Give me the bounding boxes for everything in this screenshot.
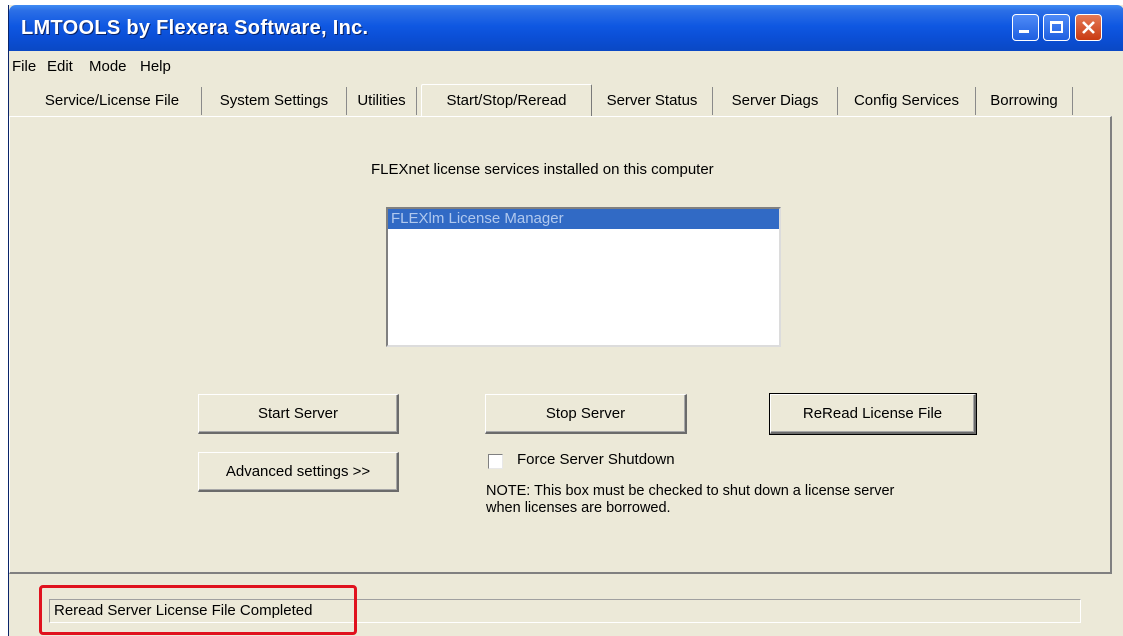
services-listbox[interactable]: FLEXlm License Manager bbox=[386, 207, 781, 347]
tab-server-diags[interactable]: Server Diags bbox=[713, 87, 838, 115]
tab-borrowing[interactable]: Borrowing bbox=[976, 87, 1073, 115]
stop-server-button[interactable]: Stop Server bbox=[485, 394, 687, 434]
minimize-icon[interactable] bbox=[1012, 14, 1039, 41]
tab-system-settings[interactable]: System Settings bbox=[202, 87, 347, 115]
status-bar: Reread Server License File Completed bbox=[9, 574, 1123, 636]
menu-mode[interactable]: Mode bbox=[89, 58, 127, 75]
tab-strip: Service/License File System Settings Uti… bbox=[9, 84, 1123, 117]
maximize-icon[interactable] bbox=[1043, 14, 1070, 41]
reread-license-file-button[interactable]: ReRead License File bbox=[769, 393, 977, 435]
services-heading: FLEXnet license services installed on th… bbox=[371, 161, 714, 178]
menu-help[interactable]: Help bbox=[140, 58, 171, 75]
tab-config-services[interactable]: Config Services bbox=[838, 87, 976, 115]
list-item[interactable]: FLEXlm License Manager bbox=[388, 209, 779, 229]
highlight-box bbox=[39, 585, 357, 635]
tab-start-stop-reread[interactable]: Start/Stop/Reread bbox=[421, 84, 592, 117]
menu-file[interactable]: File bbox=[12, 58, 36, 75]
force-shutdown-label[interactable]: Force Server Shutdown bbox=[517, 451, 675, 468]
tab-server-status[interactable]: Server Status bbox=[592, 87, 713, 115]
title-bar[interactable]: LMTOOLS by Flexera Software, Inc. bbox=[9, 5, 1123, 51]
close-icon[interactable] bbox=[1075, 14, 1102, 41]
menu-edit[interactable]: Edit bbox=[47, 58, 73, 75]
advanced-settings-button[interactable]: Advanced settings >> bbox=[198, 452, 399, 492]
start-server-button[interactable]: Start Server bbox=[198, 394, 399, 434]
tab-utilities[interactable]: Utilities bbox=[347, 87, 417, 115]
window-title: LMTOOLS by Flexera Software, Inc. bbox=[21, 17, 369, 39]
tab-service-license-file[interactable]: Service/License File bbox=[23, 87, 202, 115]
menu-bar: File Edit Mode Help bbox=[9, 51, 1123, 81]
lmtools-window: LMTOOLS by Flexera Software, Inc. File E… bbox=[8, 5, 1123, 636]
note-line-2: when licenses are borrowed. bbox=[486, 500, 671, 516]
note-line-1: NOTE: This box must be checked to shut d… bbox=[486, 483, 895, 499]
force-shutdown-checkbox[interactable] bbox=[488, 454, 503, 469]
